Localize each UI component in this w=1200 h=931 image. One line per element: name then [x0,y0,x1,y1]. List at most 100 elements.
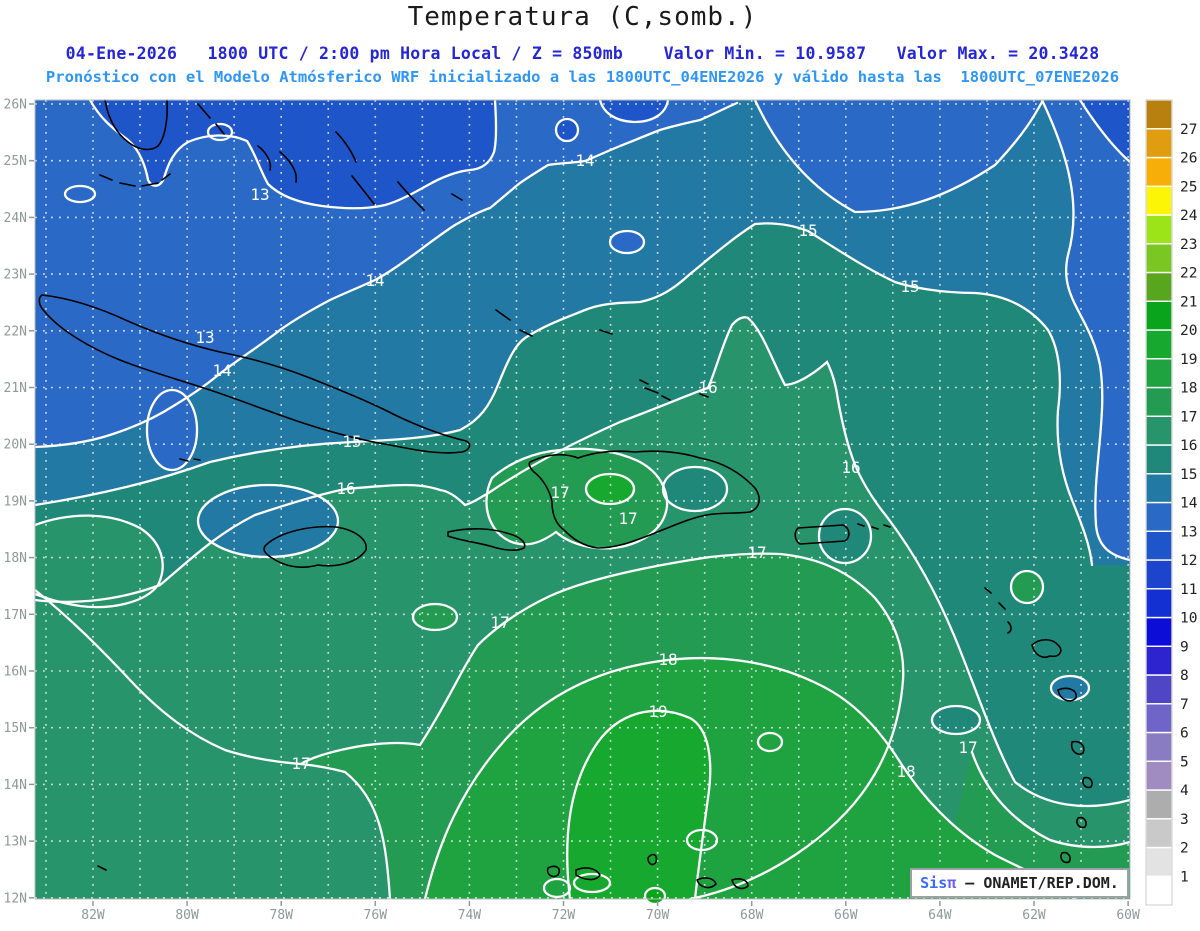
lon-label: 76W [364,908,388,923]
colorbar-label: 6 [1180,726,1189,742]
colorbar-label: 5 [1180,754,1189,770]
contour-label: 13 [250,185,269,204]
contour-label: 16 [336,479,355,498]
lon-label: 62W [1022,908,1046,923]
colorbar-label: 18 [1180,381,1197,397]
lon-label: 60W [1116,908,1140,923]
colorbar-swatch [1145,501,1173,532]
colorbar-swatch [1145,674,1173,705]
lat-label: 25N [4,154,27,169]
colorbar-swatch [1145,300,1173,331]
colorbar-label: 8 [1180,668,1189,684]
contour-label: 15 [798,221,817,240]
colorbar-label: 3 [1180,812,1189,828]
colorbar-label: 24 [1180,208,1198,224]
colorbar-label: 20 [1180,323,1197,339]
contour-label: 15 [342,432,361,451]
temperature-fill-regions [35,100,1130,904]
contour-label: 14 [575,151,594,170]
colorbar-swatch [1145,875,1173,906]
colorbar-swatch [1145,444,1173,475]
lat-label: 23N [4,268,27,283]
colorbar-swatch [1145,386,1173,417]
colorbar-swatch [1145,588,1173,619]
colorbar-swatch [1145,185,1173,216]
colorbar-label: 4 [1180,783,1189,799]
colorbar-swatch [1145,846,1173,877]
colorbar-label: 15 [1180,467,1197,483]
colorbar-swatch [1145,703,1173,734]
lat-label: 24N [4,211,27,226]
colorbar-swatch [1145,818,1173,849]
colorbar-swatch [1145,358,1173,389]
colorbar-label: 23 [1180,237,1197,253]
colorbar-label: 17 [1180,409,1197,425]
contour-label: 17 [490,613,509,632]
credit-sis: Sis [920,874,948,892]
subtitle-datetime: 04-Ene-2026 1800 UTC / 2:00 pm Hora Loca… [65,44,1100,63]
lon-label: 80W [175,908,199,923]
lon-label: 82W [81,908,105,923]
contour-label: 18 [658,650,677,669]
contour-label: 18 [896,762,915,781]
contour-label: 16 [698,378,717,397]
contour-label: 19 [648,702,667,721]
colorbar-label: 21 [1180,294,1197,310]
lon-label: 68W [740,908,764,923]
colorbar-swatch [1145,214,1173,245]
colorbar-label: 7 [1180,697,1189,713]
colorbar-label: 13 [1180,524,1197,540]
lon-label: 66W [834,908,858,923]
contour-label: 14 [212,361,231,380]
page-title: Temperatura (C,somb.) [407,2,758,32]
contour-label: 13 [195,328,214,347]
colorbar-label: 10 [1180,611,1197,627]
contour-label: 17 [550,483,569,502]
contour-label: 17 [958,738,977,757]
colorbar-label: 26 [1180,151,1197,167]
colorbar-swatch [1145,731,1173,762]
contour-label: 16 [841,458,860,477]
lat-label: 21N [4,381,27,396]
lon-label: 70W [646,908,670,923]
colorbar-swatch [1145,329,1173,360]
colorbar-label: 11 [1180,582,1197,598]
credit-onamet: – ONAMET/REP.DOM. [956,874,1119,892]
contour-label: 17 [747,543,766,562]
lon-label: 78W [269,908,293,923]
colorbar-swatch [1145,271,1173,302]
colorbar-swatch [1145,559,1173,590]
colorbar-label: 22 [1180,266,1197,282]
contour-label: 17 [291,754,310,773]
lat-label: 17N [4,608,27,623]
lat-label: 16N [4,665,27,680]
subtitle-model-info: Pronóstico con el Modelo Atmósferico WRF… [45,68,1120,86]
colorbar-swatch [1145,789,1173,820]
colorbar-label: 19 [1180,352,1197,368]
contour-label: 15 [900,277,919,296]
colorbar-swatch [1145,473,1173,504]
credit-badge: Sis π – ONAMET/REP.DOM. [910,868,1129,898]
lon-label: 72W [552,908,576,923]
lat-label: 26N [4,98,27,113]
lon-label: 64W [928,908,952,923]
colorbar-swatch [1145,645,1173,676]
lat-label: 13N [4,835,27,850]
colorbar-label: 1 [1180,869,1189,885]
colorbar-swatch [1145,760,1173,791]
colorbar-label: 2 [1180,841,1189,857]
colorbar-label: 12 [1180,553,1197,569]
lat-label: 12N [4,891,27,906]
colorbar: 2726252423222120191817161514131211109876… [1145,99,1198,906]
colorbar-swatch [1145,99,1173,130]
colorbar-label: 14 [1180,496,1198,512]
lat-label: 19N [4,494,27,509]
colorbar-swatch [1145,616,1173,647]
colorbar-swatch [1145,415,1173,446]
colorbar-label: 27 [1180,122,1197,138]
lat-label: 18N [4,551,27,566]
colorbar-label: 25 [1180,179,1197,195]
lat-label: 14N [4,778,27,793]
colorbar-label: 16 [1180,438,1197,454]
colorbar-swatch [1145,128,1173,159]
